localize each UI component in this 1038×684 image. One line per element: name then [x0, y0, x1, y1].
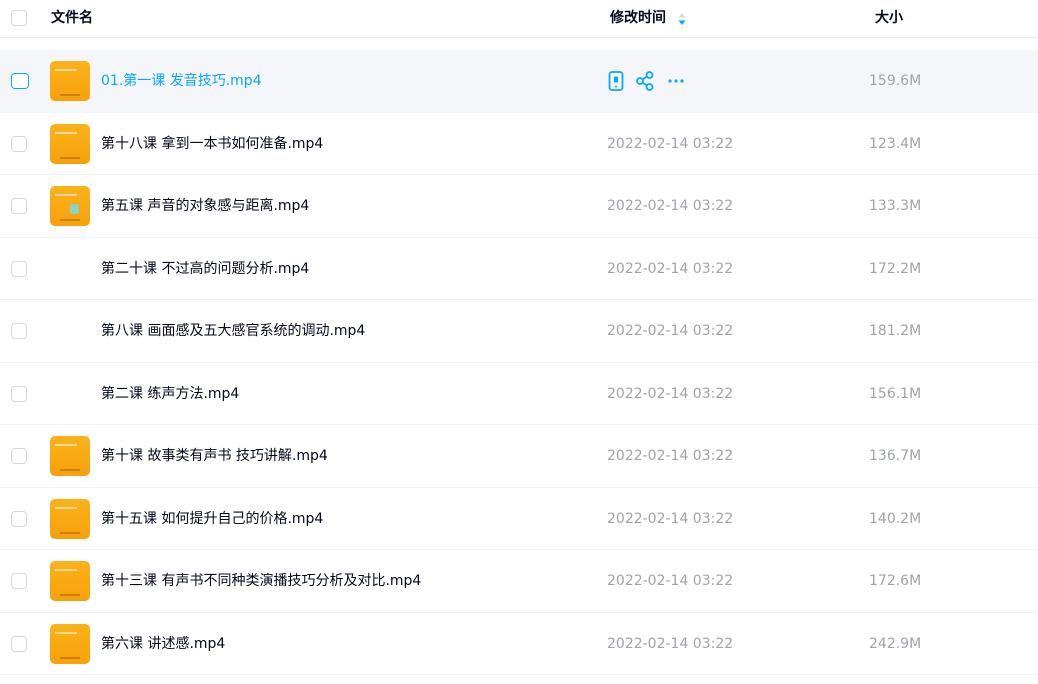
- thumbnail-caption-mark: [60, 594, 80, 596]
- thumbnail-title-mark: [55, 194, 77, 196]
- modified-time: 2022-02-14 03:22: [607, 260, 734, 277]
- row-checkbox[interactable]: [11, 73, 29, 89]
- video-thumbnail[interactable]: [50, 561, 90, 601]
- select-all-checkbox[interactable]: [11, 10, 27, 26]
- video-thumbnail[interactable]: [50, 498, 90, 539]
- file-size: 181.2M: [869, 323, 922, 339]
- row-checkbox[interactable]: [11, 135, 27, 152]
- file-name[interactable]: 第五课 声音的对象感与距离.mp4: [101, 197, 309, 215]
- file-row[interactable]: 第五课 声音的对象感与距离.mp4 2022-02-14 03:22 133.3…: [0, 175, 1038, 238]
- file-row[interactable]: 第二课 练声方法.mp4 2022-02-14 03:22 156.1M: [0, 363, 1038, 425]
- modified-time: 2022-02-14 03:22: [607, 135, 734, 152]
- file-name[interactable]: 第六课 讲述感.mp4: [101, 635, 225, 653]
- file-size: 140.2M: [869, 510, 922, 527]
- file-name[interactable]: 第二课 练声方法.mp4: [101, 385, 239, 403]
- share-icon[interactable]: [635, 70, 655, 92]
- thumbnail-figure-mark: [70, 204, 79, 214]
- column-header-modified-time[interactable]: 修改时间: [610, 10, 666, 26]
- row-checkbox[interactable]: [11, 323, 27, 339]
- video-thumbnail[interactable]: [50, 186, 90, 226]
- file-row[interactable]: 第八课 画面感及五大感官系统的调动.mp4 2022-02-14 03:22 1…: [0, 300, 1038, 363]
- file-size: 159.6M: [869, 73, 922, 89]
- modified-time: 2022-02-14 03:22: [607, 448, 734, 464]
- file-size: 172.6M: [869, 573, 922, 589]
- file-name[interactable]: 第十课 故事类有声书 技巧讲解.mp4: [101, 447, 328, 465]
- file-size: 136.7M: [869, 448, 922, 464]
- thumbnail-caption-mark: [60, 219, 80, 221]
- file-name[interactable]: 01.第一课 发音技巧.mp4: [101, 72, 262, 90]
- sort-icon[interactable]: [677, 12, 687, 26]
- column-header-name[interactable]: 文件名: [51, 10, 93, 26]
- thumbnail-title-mark: [55, 569, 77, 571]
- thumbnail-title-mark: [55, 506, 77, 509]
- thumbnail-title-mark: [55, 631, 77, 634]
- modified-time: 2022-02-14 03:22: [607, 385, 734, 402]
- column-header-size[interactable]: 大小: [875, 10, 903, 26]
- thumbnail-caption-mark: [60, 656, 80, 659]
- modified-time: 2022-02-14 03:22: [607, 635, 734, 652]
- video-thumbnail[interactable]: [50, 436, 90, 476]
- file-row[interactable]: 第十五课 如何提升自己的价格.mp4 2022-02-14 03:22 140.…: [0, 488, 1038, 550]
- thumbnail-caption-mark: [60, 531, 80, 534]
- modified-time: 2022-02-14 03:22: [607, 323, 734, 339]
- list-header: 文件名 修改时间 大小: [0, 0, 1038, 38]
- file-size: 242.9M: [869, 635, 922, 652]
- file-row[interactable]: 第六课 讲述感.mp4 2022-02-14 03:22 242.9M: [0, 613, 1038, 675]
- more-icon[interactable]: [666, 70, 686, 92]
- file-name[interactable]: 第十三课 有声书不同种类演播技巧分析及对比.mp4: [101, 572, 421, 590]
- file-list: 文件名 修改时间 大小 01.第一课 发音技巧.mp4 159.6M 第十八课 …: [0, 0, 1038, 684]
- row-checkbox[interactable]: [11, 198, 27, 214]
- modified-time: 2022-02-14 03:22: [607, 573, 734, 589]
- modified-time: 2022-02-14 03:22: [607, 198, 734, 214]
- file-name[interactable]: 第十五课 如何提升自己的价格.mp4: [101, 510, 323, 528]
- video-thumbnail[interactable]: [50, 623, 90, 664]
- row-checkbox[interactable]: [11, 448, 27, 464]
- thumbnail-title-mark: [55, 69, 77, 71]
- file-name[interactable]: 第十八课 拿到一本书如何准备.mp4: [101, 135, 323, 153]
- row-checkbox[interactable]: [11, 635, 27, 652]
- file-row[interactable]: 第十三课 有声书不同种类演播技巧分析及对比.mp4 2022-02-14 03:…: [0, 550, 1038, 613]
- file-row[interactable]: 01.第一课 发音技巧.mp4 159.6M: [0, 50, 1038, 113]
- thumbnail-caption-mark: [60, 469, 80, 471]
- file-size: 156.1M: [869, 385, 922, 402]
- video-thumbnail[interactable]: [50, 123, 90, 164]
- file-rows: 01.第一课 发音技巧.mp4 159.6M 第十八课 拿到一本书如何准备.mp…: [0, 50, 1038, 675]
- phone-icon[interactable]: [606, 70, 626, 92]
- thumbnail-title-mark: [55, 444, 77, 446]
- thumbnail-caption-mark: [60, 94, 80, 96]
- thumbnail-caption-mark: [60, 156, 80, 159]
- file-size: 172.2M: [869, 260, 922, 277]
- file-size: 133.3M: [869, 198, 922, 214]
- thumbnail-title-mark: [55, 131, 77, 134]
- row-checkbox[interactable]: [11, 260, 27, 277]
- row-checkbox[interactable]: [11, 385, 27, 402]
- file-row[interactable]: 第二十课 不过高的问题分析.mp4 2022-02-14 03:22 172.2…: [0, 238, 1038, 300]
- modified-time: 2022-02-14 03:22: [607, 510, 734, 527]
- file-row[interactable]: 第十课 故事类有声书 技巧讲解.mp4 2022-02-14 03:22 136…: [0, 425, 1038, 488]
- row-checkbox[interactable]: [11, 573, 27, 589]
- row-checkbox[interactable]: [11, 510, 27, 527]
- file-size: 123.4M: [869, 135, 922, 152]
- file-name[interactable]: 第二十课 不过高的问题分析.mp4: [101, 260, 309, 278]
- file-name[interactable]: 第八课 画面感及五大感官系统的调动.mp4: [101, 322, 365, 340]
- file-row[interactable]: 第十八课 拿到一本书如何准备.mp4 2022-02-14 03:22 123.…: [0, 113, 1038, 175]
- video-thumbnail[interactable]: [50, 61, 90, 101]
